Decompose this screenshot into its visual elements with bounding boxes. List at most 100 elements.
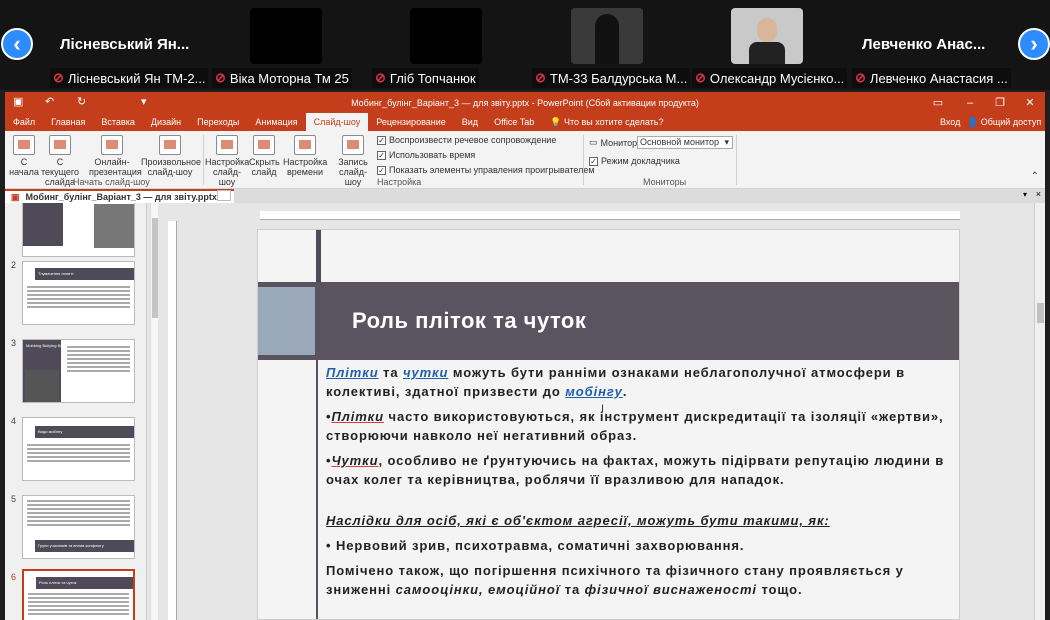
ribbon-display-options-icon[interactable]: ▭ [923, 92, 953, 113]
slide-thumbnail[interactable]: Тлумачення понятт [22, 261, 135, 325]
thumbnail-scrollbar[interactable] [150, 203, 158, 620]
tab-slideshow[interactable]: Слайд-шоу [305, 113, 369, 131]
setup-slideshow-button[interactable]: Настройка слайд-шоу [205, 135, 249, 187]
slide-title[interactable]: Роль пліток та чуток [352, 308, 586, 334]
participant-video[interactable] [731, 8, 803, 64]
previous-page-arrow-icon[interactable]: ‹ [1, 28, 33, 60]
participant-name-label: ⊘ Віка Моторна Тм 25 [212, 68, 352, 88]
text-run: • Нервовий зрив, психотравма, соматичні … [326, 538, 745, 553]
tab-home[interactable]: Главная [43, 113, 93, 131]
tab-transitions[interactable]: Переходы [189, 113, 247, 131]
checkbox-checked-icon: ✓ [377, 150, 386, 160]
media-controls-checkbox[interactable]: ✓ Показать элементы управления проигрыва… [377, 165, 595, 175]
mic-muted-icon: ⊘ [215, 70, 226, 85]
slide-thumbnail[interactable]: Види мобінгу [22, 417, 135, 481]
participant-label-text: Лісневський Ян ТМ-2... [67, 70, 206, 86]
presenter-view-checkbox[interactable]: ✓ Режим докладчика [589, 156, 680, 166]
ribbon-tabs: Файл Главная Вставка Дизайн Переходы Ани… [5, 113, 1045, 131]
monitor-select[interactable]: Основной монитор ▾ [637, 136, 733, 149]
collapse-ribbon-icon[interactable]: ⌃ [1031, 171, 1039, 182]
monitor-select-value: Основной монитор [640, 137, 719, 147]
document-tab-label: Мобинг_булінг_Варіант_3 — для звіту.pptx [25, 192, 217, 202]
tab-office-tab[interactable]: Office Tab [486, 113, 542, 131]
participant-name-label: ⊘ Лісневський Ян ТМ-2... [50, 68, 209, 88]
pptx-file-icon: ▣ [11, 191, 20, 202]
paragraph: •Чутки, особливо не ґрунтуючись на факта… [326, 451, 956, 489]
title-bar: ▣ ↶ ↻ ▾ Мобинг_булінг_Варіант_3 — для зв… [5, 92, 1045, 113]
text-run: та [560, 582, 585, 597]
custom-label: Произвольное слайд-шоу [141, 157, 202, 177]
thumbnail-heading: Тлумачення понятт [35, 268, 134, 280]
scrollbar-thumb[interactable] [152, 218, 158, 318]
close-button[interactable]: ✕ [1015, 92, 1045, 113]
close-all-tabs-icon[interactable]: × [1036, 189, 1041, 199]
group-separator [203, 135, 204, 185]
ribbon-slideshow: С начала С текущего слайда Онлайн-презен… [5, 131, 1045, 189]
thumbnail-heading: Види мобінгу [35, 426, 134, 438]
tab-file[interactable]: Файл [5, 113, 43, 131]
keyword-rumors: чутки [402, 365, 449, 380]
rehearse-timings-button[interactable]: Настройка времени [283, 135, 327, 177]
custom-slideshow-button[interactable]: Произвольное слайд-шоу [141, 135, 202, 177]
text-run: тощо. [756, 582, 803, 597]
group-separator [583, 135, 584, 185]
tab-insert[interactable]: Вставка [93, 113, 142, 131]
tab-design[interactable]: Дизайн [143, 113, 189, 131]
horizontal-ruler [260, 211, 960, 220]
slide-thumbnail[interactable] [22, 203, 135, 257]
participant-video[interactable] [571, 8, 643, 64]
next-page-arrow-icon[interactable]: › [1018, 28, 1050, 60]
sign-in-link[interactable]: Вход [940, 113, 960, 131]
tab-list-dropdown-icon[interactable]: ▾ [1023, 190, 1027, 199]
scrollbar-thumb[interactable] [1037, 303, 1044, 323]
text-run: . [622, 384, 628, 399]
thumbnail-text-lines [27, 444, 130, 464]
restore-button[interactable]: ❐ [985, 92, 1015, 113]
participant-big-name: Лісневський Ян... [60, 36, 190, 53]
text-run: , особливо не ґрунтуючись на фактах, мож… [326, 453, 945, 487]
slide-number: 5 [11, 494, 17, 504]
new-tab-button[interactable] [217, 190, 231, 201]
slide-body-text[interactable]: Плітки та чутки можуть бути ранніми озна… [326, 363, 956, 605]
minimize-button[interactable]: – [955, 92, 985, 113]
setup-label: Настройка слайд-шоу [205, 157, 250, 187]
participant-video[interactable] [410, 8, 482, 64]
tell-me-search[interactable]: 💡 Что вы хотите сделать? [542, 113, 671, 131]
tab-review[interactable]: Рецензирование [368, 113, 454, 131]
slide-thumbnail-selected[interactable]: Роль пліток та чуток [22, 569, 135, 620]
online-presentation-button[interactable]: Онлайн-презентация [89, 135, 142, 177]
slide-thumbnail[interactable]: Групи учасників та вплив конфлікту [22, 495, 135, 559]
editor-scrollbar[interactable] [1034, 203, 1045, 620]
slide-number: 4 [11, 416, 17, 426]
participant-label-text: Віка Моторна Тм 25 [229, 70, 349, 86]
slideshow-start-icon [13, 135, 35, 155]
tab-view[interactable]: Вид [454, 113, 486, 131]
keyword-gossip: Плітки [331, 409, 384, 424]
slide-thumbnail[interactable]: Mobbing Bullying Bossing [22, 339, 135, 403]
document-tab[interactable]: ▣ Мобинг_булінг_Варіант_3 — для звіту.pp… [5, 189, 235, 203]
share-button[interactable]: 👤 Общий доступ [967, 113, 1041, 131]
thumbnail-image [25, 370, 59, 402]
participant-video[interactable] [250, 8, 322, 64]
hide-slide-button[interactable]: Скрыть слайд [249, 135, 280, 177]
globe-icon [101, 135, 123, 155]
record-slideshow-button[interactable]: Запись слайд-шоу [331, 135, 375, 187]
keyword-rumors: Чутки [331, 453, 379, 468]
narration-checkbox[interactable]: ✓ Воспроизвести речевое сопровождение [377, 135, 556, 145]
mic-muted-icon: ⊘ [53, 70, 64, 85]
zoom-participant-strip: ‹ Лісневський Ян... ⊘ Лісневський Ян ТМ-… [0, 0, 1050, 90]
use-timings-checkbox[interactable]: ✓ Использовать время [377, 150, 475, 160]
slide-number: 2 [11, 260, 17, 270]
lightbulb-icon: 💡 [550, 116, 564, 127]
mic-muted-icon: ⊘ [855, 70, 866, 85]
document-tab-bar: ▣ Мобинг_булінг_Варіант_3 — для звіту.pp… [5, 189, 1045, 203]
from-start-button[interactable]: С начала [9, 135, 39, 177]
record-label: Запись слайд-шоу [338, 157, 368, 187]
tab-animations[interactable]: Анимация [247, 113, 305, 131]
custom-slideshow-icon [159, 135, 181, 155]
slide-number: 6 [11, 572, 17, 582]
group-label-setup: Настройка [377, 177, 422, 187]
slide-canvas[interactable]: Роль пліток та чуток Плітки та чутки мож… [257, 229, 960, 620]
participant-label-text: Левченко Анастасия ... [869, 70, 1008, 86]
paragraph: • Нервовий зрив, психотравма, соматичні … [326, 536, 956, 555]
